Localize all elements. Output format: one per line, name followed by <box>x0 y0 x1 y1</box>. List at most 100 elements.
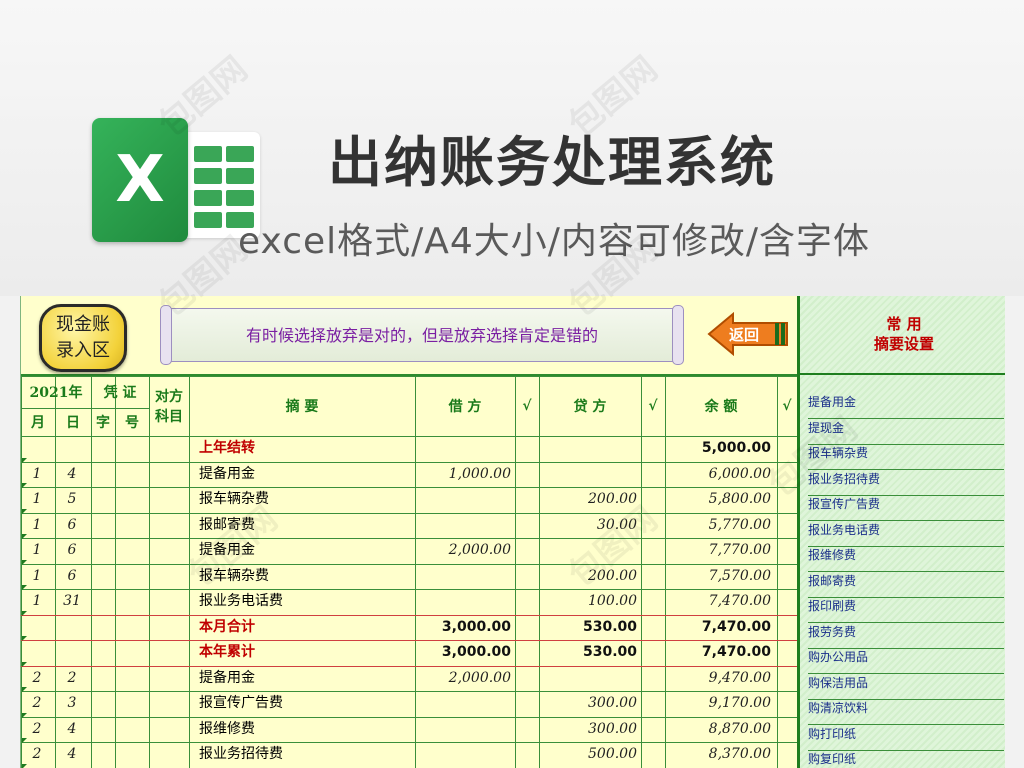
preset-item[interactable]: 报邮寄费 <box>808 572 1004 598</box>
cell-summary[interactable]: 提备用金 <box>199 462 409 487</box>
preset-item[interactable]: 购保洁用品 <box>808 674 1004 700</box>
cell-credit[interactable] <box>541 462 637 487</box>
cell-balance[interactable]: 9,170.00 <box>667 691 771 716</box>
preset-item[interactable]: 报印刷费 <box>808 597 1004 623</box>
cell-summary[interactable]: 本月合计 <box>199 615 409 640</box>
cell-summary[interactable]: 本年累计 <box>199 640 409 665</box>
cell-month[interactable]: 1 <box>25 564 49 589</box>
panel-title: 常 用 摘要设置 <box>800 314 1005 354</box>
back-button[interactable]: 返回 <box>707 311 789 357</box>
cell-day[interactable]: 4 <box>57 462 87 487</box>
cell-day[interactable] <box>57 640 87 665</box>
cell-debit[interactable]: 3,000.00 <box>417 615 511 640</box>
cell-summary[interactable]: 上年结转 <box>199 436 409 461</box>
cell-summary[interactable]: 提备用金 <box>199 666 409 691</box>
cell-credit[interactable] <box>541 538 637 563</box>
preset-item[interactable]: 购清凉饮料 <box>808 699 1004 725</box>
header-day: 日 <box>66 415 80 431</box>
cell-day[interactable] <box>57 615 87 640</box>
cell-balance[interactable]: 5,000.00 <box>667 436 771 461</box>
cell-day[interactable] <box>57 436 87 461</box>
cell-balance[interactable]: 8,870.00 <box>667 717 771 742</box>
cell-credit[interactable]: 300.00 <box>541 717 637 742</box>
cell-debit[interactable] <box>417 589 511 614</box>
cell-month[interactable]: 2 <box>25 742 49 767</box>
cell-balance[interactable]: 5,800.00 <box>667 487 771 512</box>
preset-summary-panel: 常 用 摘要设置 提备用金 提现金 报车辆杂费 报业务招待费 报宣传广告费 报业务电话费报… <box>797 296 1005 768</box>
cell-debit[interactable] <box>417 564 511 589</box>
preset-item[interactable]: 购复印纸 <box>808 750 1004 768</box>
cell-credit[interactable] <box>541 666 637 691</box>
cell-summary[interactable]: 报邮寄费 <box>199 513 409 538</box>
cell-month[interactable] <box>25 615 49 640</box>
header-balance: 余 额 <box>704 399 738 415</box>
cell-day[interactable]: 3 <box>57 691 87 716</box>
preset-item[interactable]: 报业务电话费 <box>808 521 1004 547</box>
cell-debit[interactable] <box>417 691 511 716</box>
cell-balance[interactable]: 7,470.00 <box>667 640 771 665</box>
cell-debit[interactable]: 1,000.00 <box>417 462 511 487</box>
cell-month[interactable]: 1 <box>25 513 49 538</box>
cell-credit[interactable]: 300.00 <box>541 691 637 716</box>
cell-summary[interactable]: 报车辆杂费 <box>199 564 409 589</box>
cell-credit[interactable]: 200.00 <box>541 487 637 512</box>
cell-month[interactable]: 1 <box>25 462 49 487</box>
cell-day[interactable]: 6 <box>57 513 87 538</box>
promo-title: 出纳账务处理系统 <box>328 131 776 194</box>
cell-debit[interactable] <box>417 742 511 767</box>
cell-credit[interactable]: 200.00 <box>541 564 637 589</box>
cell-day[interactable]: 5 <box>57 487 87 512</box>
cell-balance[interactable]: 7,570.00 <box>667 564 771 589</box>
cell-balance[interactable]: 7,770.00 <box>667 538 771 563</box>
cell-month[interactable]: 1 <box>25 487 49 512</box>
preset-item[interactable]: 报劳务费 <box>808 623 1004 649</box>
cell-month[interactable]: 1 <box>25 538 49 563</box>
cell-day[interactable]: 6 <box>57 564 87 589</box>
cell-debit[interactable] <box>417 717 511 742</box>
cell-month[interactable]: 2 <box>25 666 49 691</box>
cell-summary[interactable]: 报车辆杂费 <box>199 487 409 512</box>
cell-summary[interactable]: 报宣传广告费 <box>199 691 409 716</box>
cell-month[interactable]: 2 <box>25 717 49 742</box>
cell-balance[interactable]: 7,470.00 <box>667 615 771 640</box>
preset-item[interactable]: 提备用金 <box>808 393 1004 419</box>
cell-credit[interactable]: 530.00 <box>541 615 637 640</box>
preset-item[interactable]: 提现金 <box>808 419 1004 445</box>
cell-balance[interactable]: 8,370.00 <box>667 742 771 767</box>
cell-credit[interactable]: 100.00 <box>541 589 637 614</box>
cell-debit[interactable]: 2,000.00 <box>417 666 511 691</box>
cell-summary[interactable]: 报维修费 <box>199 717 409 742</box>
preset-item[interactable]: 购打印纸 <box>808 725 1004 751</box>
cell-month[interactable] <box>25 640 49 665</box>
preset-item[interactable]: 报业务招待费 <box>808 470 1004 496</box>
preset-item[interactable]: 报车辆杂费 <box>808 444 1004 470</box>
cell-day[interactable]: 4 <box>57 742 87 767</box>
cell-balance[interactable]: 9,470.00 <box>667 666 771 691</box>
cell-summary[interactable]: 报业务招待费 <box>199 742 409 767</box>
cell-month[interactable]: 1 <box>25 589 49 614</box>
cell-credit[interactable]: 30.00 <box>541 513 637 538</box>
cell-debit[interactable] <box>417 513 511 538</box>
preset-item[interactable]: 报维修费 <box>808 546 1004 572</box>
cell-day[interactable]: 2 <box>57 666 87 691</box>
cell-debit[interactable] <box>417 436 511 461</box>
cell-month[interactable] <box>25 436 49 461</box>
cash-entry-button[interactable]: 现金账 录入区 <box>39 304 127 372</box>
cell-summary[interactable]: 报业务电话费 <box>199 589 409 614</box>
cell-credit[interactable] <box>541 436 637 461</box>
cell-day[interactable]: 6 <box>57 538 87 563</box>
cell-month[interactable]: 2 <box>25 691 49 716</box>
cell-debit[interactable]: 2,000.00 <box>417 538 511 563</box>
cell-summary[interactable]: 提备用金 <box>199 538 409 563</box>
cell-day[interactable]: 31 <box>57 589 87 614</box>
cell-credit[interactable]: 500.00 <box>541 742 637 767</box>
cell-day[interactable]: 4 <box>57 717 87 742</box>
cell-balance[interactable]: 7,470.00 <box>667 589 771 614</box>
cell-debit[interactable]: 3,000.00 <box>417 640 511 665</box>
preset-item[interactable]: 报宣传广告费 <box>808 495 1004 521</box>
cell-credit[interactable]: 530.00 <box>541 640 637 665</box>
cell-debit[interactable] <box>417 487 511 512</box>
cell-balance[interactable]: 5,770.00 <box>667 513 771 538</box>
preset-item[interactable]: 购办公用品 <box>808 648 1004 674</box>
cell-balance[interactable]: 6,000.00 <box>667 462 771 487</box>
